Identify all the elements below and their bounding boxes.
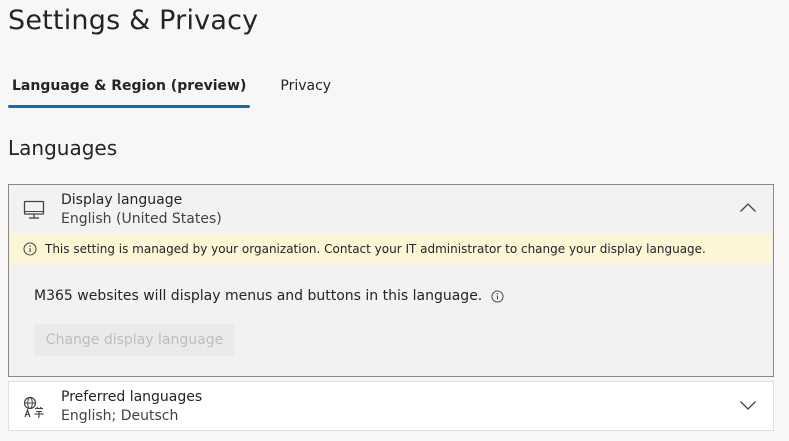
display-language-value: English (United States): [61, 211, 222, 227]
display-language-panel: Display language English (United States)…: [8, 184, 774, 377]
preferred-languages-title: Preferred languages: [61, 389, 203, 405]
monitor-icon: [23, 200, 45, 219]
info-icon: [23, 242, 37, 255]
display-language-title: Display language: [61, 192, 183, 208]
preferred-languages-panel: Preferred languages English; Deutsch: [8, 381, 774, 431]
chevron-down-icon[interactable]: [739, 396, 757, 414]
translate-icon: [23, 396, 44, 418]
description-text: M365 websites will display menus and but…: [34, 288, 483, 304]
preferred-languages-header[interactable]: Preferred languages English; Deutsch: [9, 382, 773, 430]
page-title: Settings & Privacy: [8, 5, 259, 36]
tab-privacy[interactable]: Privacy: [276, 72, 335, 104]
display-language-description: M365 websites will display menus and but…: [34, 288, 504, 304]
info-tooltip-icon[interactable]: [491, 289, 504, 303]
languages-heading: Languages: [8, 136, 118, 160]
chevron-up-icon[interactable]: [739, 199, 757, 217]
settings-page: Settings & Privacy Language & Region (pr…: [0, 0, 789, 441]
managed-setting-banner: This setting is managed by your organiza…: [10, 233, 772, 264]
preferred-languages-value: English; Deutsch: [61, 408, 179, 424]
change-display-language-button[interactable]: Change display language: [34, 324, 235, 356]
tab-bar: Language & Region (preview) Privacy: [8, 72, 335, 110]
display-language-header[interactable]: Display language English (United States): [9, 185, 773, 233]
tab-language-region[interactable]: Language & Region (preview): [8, 72, 251, 108]
banner-text: This setting is managed by your organiza…: [45, 241, 706, 256]
